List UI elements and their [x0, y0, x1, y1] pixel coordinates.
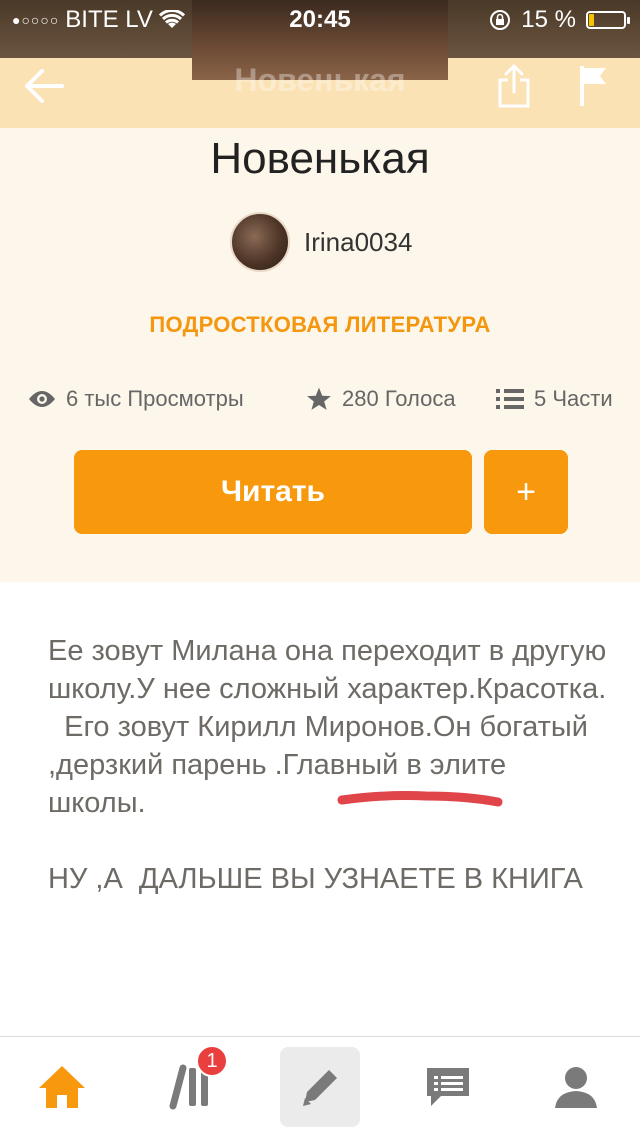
arrow-left-icon	[25, 69, 64, 103]
story-category[interactable]: ПОДРОСТКОВАЯ ЛИТЕРАТУРА	[0, 312, 640, 338]
share-icon	[498, 64, 530, 108]
orientation-lock-icon	[490, 10, 511, 30]
parts-stat: 5 Части	[496, 386, 613, 412]
story-title: Новенькая	[210, 134, 430, 183]
parts-count: 5 Части	[534, 386, 613, 411]
battery-level	[589, 14, 594, 26]
share-button[interactable]	[486, 58, 542, 114]
battery-icon	[586, 11, 630, 29]
views-count: 6 тыс Просмотры	[66, 386, 244, 411]
tab-home[interactable]	[22, 1047, 102, 1127]
bottom-tab-bar: 1	[0, 1036, 640, 1136]
story-description: Ее зовут Милана она переходит в другую ш…	[48, 635, 607, 895]
profile-icon	[555, 1067, 597, 1108]
home-icon	[39, 1066, 85, 1108]
add-to-library-button[interactable]: +	[484, 450, 568, 534]
report-button[interactable]	[566, 58, 622, 114]
story-header: Новенькая ●○○○○ BITE LV 20:45 15 % Новен…	[0, 0, 640, 582]
battery-percent: 15 %	[521, 6, 576, 33]
tab-messages[interactable]	[408, 1047, 488, 1127]
pencil-icon	[303, 1070, 337, 1106]
read-button[interactable]: Читать	[74, 450, 472, 534]
story-stats: 6 тыс Просмотры 280 Голоса 5 Части	[28, 386, 628, 420]
back-button[interactable]	[16, 58, 72, 114]
top-bar: Новенькая ●○○○○ BITE LV 20:45 15 %	[0, 0, 640, 128]
flag-icon	[580, 66, 606, 106]
status-bar: ●○○○○ BITE LV 20:45 15 %	[0, 0, 640, 40]
library-badge: 1	[196, 1045, 228, 1077]
votes-count: 280 Голоса	[342, 386, 456, 411]
battery-info: 15 %	[489, 6, 630, 34]
tab-library[interactable]: 1	[152, 1045, 232, 1127]
tab-profile[interactable]	[536, 1047, 616, 1127]
author-link[interactable]: Irina0034	[230, 212, 412, 272]
tab-write[interactable]	[280, 1047, 360, 1127]
votes-stat: 280 Голоса	[306, 386, 456, 412]
eye-icon	[29, 391, 55, 407]
list-icon	[496, 389, 524, 409]
messages-icon	[427, 1068, 469, 1106]
underline-mark	[337, 791, 503, 807]
views-stat: 6 тыс Просмотры	[28, 386, 244, 412]
nav-faded-title: Новенькая	[234, 62, 406, 98]
author-avatar[interactable]	[230, 212, 290, 272]
author-name[interactable]: Irina0034	[304, 227, 412, 258]
star-icon	[307, 387, 331, 410]
